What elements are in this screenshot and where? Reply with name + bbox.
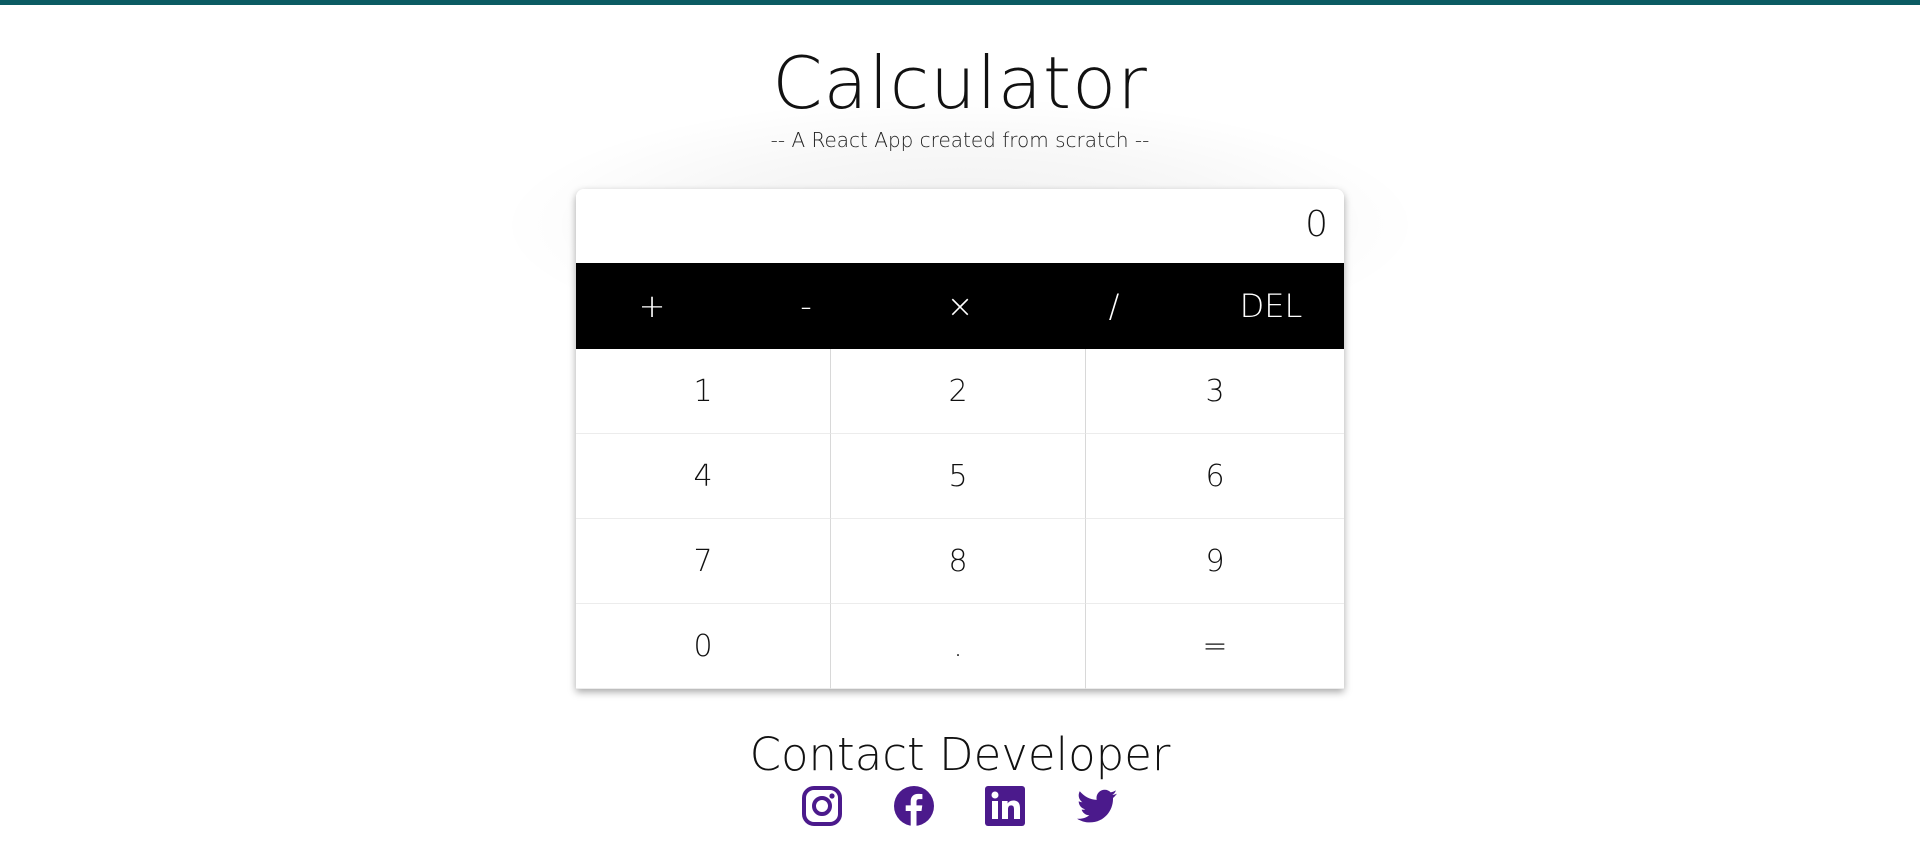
key-9[interactable]: 9 [1086,519,1344,604]
subtract-button[interactable]: - [776,263,836,349]
facebook-icon[interactable] [892,784,936,828]
key-decimal[interactable]: . [831,604,1086,689]
contact-title: Contact Developer [749,728,1171,781]
contact-section: Contact Developer [0,728,1920,782]
display-value: 0 [1305,204,1328,245]
top-accent-bar [0,0,1920,5]
key-1[interactable]: 1 [576,349,831,434]
operator-bar: + - × / DEL [576,263,1344,349]
multiply-button[interactable]: × [930,263,990,349]
key-3[interactable]: 3 [1086,349,1344,434]
divide-button[interactable]: / [1084,263,1144,349]
key-4[interactable]: 4 [576,434,831,519]
calculator: 0 + - × / DEL 1 2 3 4 5 6 7 8 9 0 . = [576,189,1344,689]
twitter-icon[interactable] [1075,784,1119,828]
instagram-icon[interactable] [800,784,844,828]
calculator-display: 0 [576,189,1344,263]
add-button[interactable]: + [622,263,682,349]
delete-button[interactable]: DEL [1216,263,1326,349]
keypad: 1 2 3 4 5 6 7 8 9 0 . = [576,349,1344,689]
linkedin-icon[interactable] [983,784,1027,828]
key-2[interactable]: 2 [831,349,1086,434]
key-0[interactable]: 0 [576,604,831,689]
key-8[interactable]: 8 [831,519,1086,604]
key-5[interactable]: 5 [831,434,1086,519]
key-7[interactable]: 7 [576,519,831,604]
social-links [0,784,1920,828]
key-6[interactable]: 6 [1086,434,1344,519]
key-equals[interactable]: = [1086,604,1344,689]
